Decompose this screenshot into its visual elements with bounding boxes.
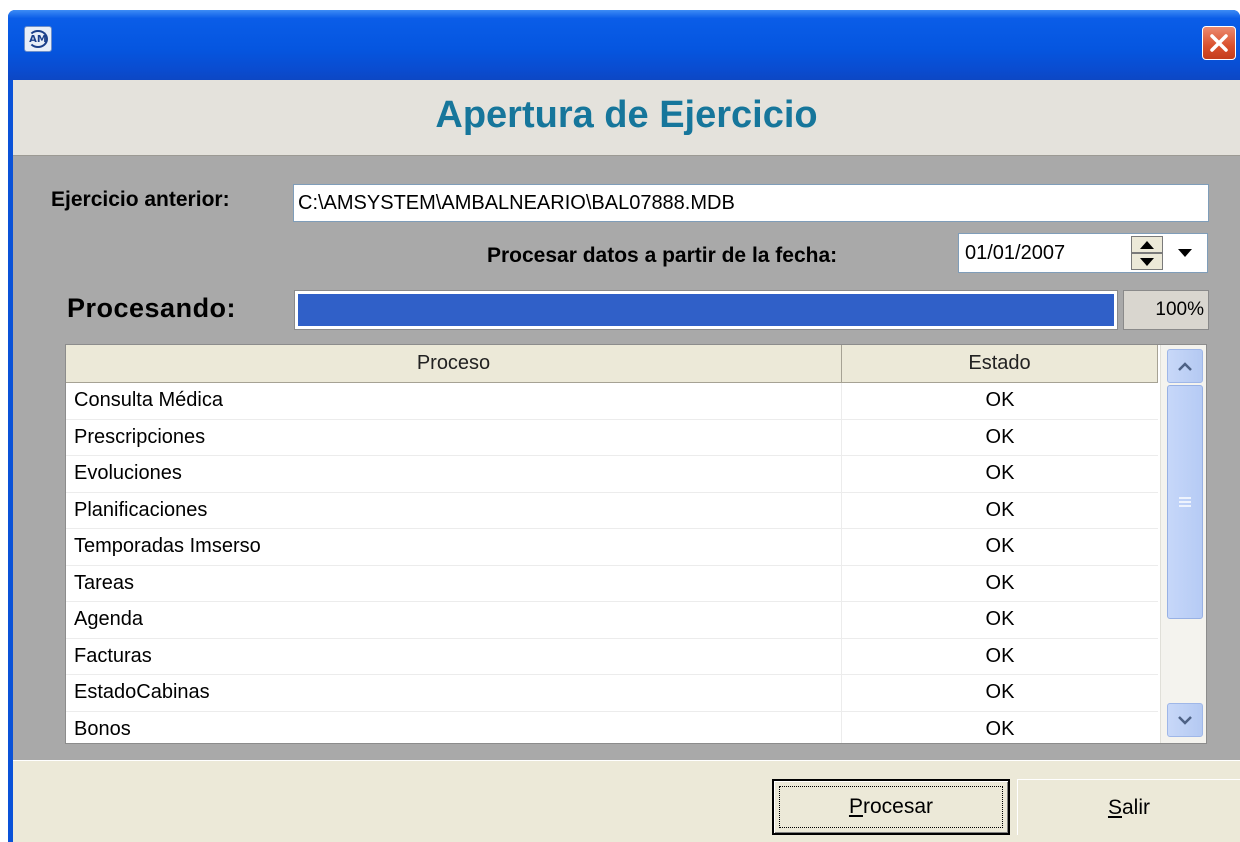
title-bar[interactable]: AM (8, 10, 1240, 80)
grid-header: Proceso Estado (66, 345, 1158, 383)
cell-proceso: Facturas (66, 638, 842, 674)
spin-down-icon[interactable] (1131, 253, 1163, 270)
cell-estado: OK (985, 608, 1015, 631)
table-row[interactable]: Tareas OK (66, 565, 1158, 602)
cell-estado: OK (985, 717, 1015, 740)
fecha-field[interactable]: 01/01/2007 (959, 234, 1129, 272)
cell-estado: OK (985, 389, 1015, 412)
progress-percent: 100% (1123, 290, 1209, 330)
cell-proceso: Consulta Médica (66, 383, 842, 419)
cell-proceso: Evoluciones (66, 456, 842, 492)
cell-proceso: Planificaciones (66, 492, 842, 528)
date-picker: 01/01/2007 (958, 233, 1208, 273)
scroll-down-icon[interactable] (1167, 703, 1203, 737)
cell-proceso: Agenda (66, 602, 842, 638)
cell-estado: OK (985, 644, 1015, 667)
vertical-scrollbar[interactable] (1160, 345, 1206, 743)
page-title: Apertura de Ejercicio (435, 94, 818, 136)
cell-estado: OK (985, 681, 1015, 704)
table-row[interactable]: Agenda OK (66, 602, 1158, 639)
spin-up-icon[interactable] (1131, 236, 1163, 253)
date-spinner (1131, 236, 1163, 270)
cell-estado: OK (985, 498, 1015, 521)
table-row[interactable]: Planificaciones OK (66, 492, 1158, 529)
cell-estado: OK (985, 425, 1015, 448)
fecha-label: Procesar datos a partir de la fecha: (487, 244, 838, 267)
table-row[interactable]: Consulta Médica OK (66, 383, 1158, 420)
progress-bar (294, 290, 1118, 330)
cell-proceso: Prescripciones (66, 419, 842, 455)
ejercicio-anterior-label: Ejercicio anterior: (51, 188, 230, 211)
grid-rows: Consulta Médica OK Prescripciones OK Evoluci… (66, 383, 1158, 743)
salir-button[interactable]: Salir (1017, 779, 1240, 835)
cell-proceso: Bonos (66, 711, 842, 743)
dialog-window: AM Apertura de Ejercicio Ejercicio anter… (8, 10, 1240, 842)
table-row[interactable]: Evoluciones OK (66, 456, 1158, 493)
dropdown-arrow-icon[interactable] (1166, 236, 1204, 270)
column-header-proceso[interactable]: Proceso (66, 345, 842, 383)
cell-estado: OK (985, 535, 1015, 558)
grip-icon (1179, 497, 1191, 507)
progress-fill (298, 294, 1114, 326)
cell-estado: OK (985, 462, 1015, 485)
dialog-body: Apertura de Ejercicio Ejercicio anterior… (13, 80, 1240, 842)
app-logo-icon: AM (24, 26, 52, 52)
cell-proceso: Temporadas Imserso (66, 529, 842, 565)
cell-estado: OK (985, 571, 1015, 594)
cell-proceso: EstadoCabinas (66, 675, 842, 711)
cell-proceso: Tareas (66, 565, 842, 601)
ejercicio-anterior-field[interactable]: C:\AMSYSTEM\AMBALNEARIO\BAL07888.MDB (293, 184, 1209, 222)
scroll-up-icon[interactable] (1167, 349, 1203, 383)
process-grid: Proceso Estado Consulta Médica OK Prescrip… (65, 344, 1207, 744)
table-row[interactable]: EstadoCabinas OK (66, 675, 1158, 712)
procesando-label: Procesando: (67, 293, 237, 323)
footer-bar: Procesar Salir (13, 760, 1240, 842)
table-row[interactable]: Bonos OK (66, 711, 1158, 743)
table-row[interactable]: Facturas OK (66, 638, 1158, 675)
header-band: Apertura de Ejercicio (13, 80, 1240, 156)
procesar-button[interactable]: Procesar (772, 779, 1010, 835)
close-icon[interactable] (1202, 26, 1236, 60)
table-row[interactable]: Temporadas Imserso OK (66, 529, 1158, 566)
table-row[interactable]: Prescripciones OK (66, 419, 1158, 456)
column-header-estado[interactable]: Estado (842, 345, 1158, 383)
scroll-thumb[interactable] (1167, 385, 1203, 619)
